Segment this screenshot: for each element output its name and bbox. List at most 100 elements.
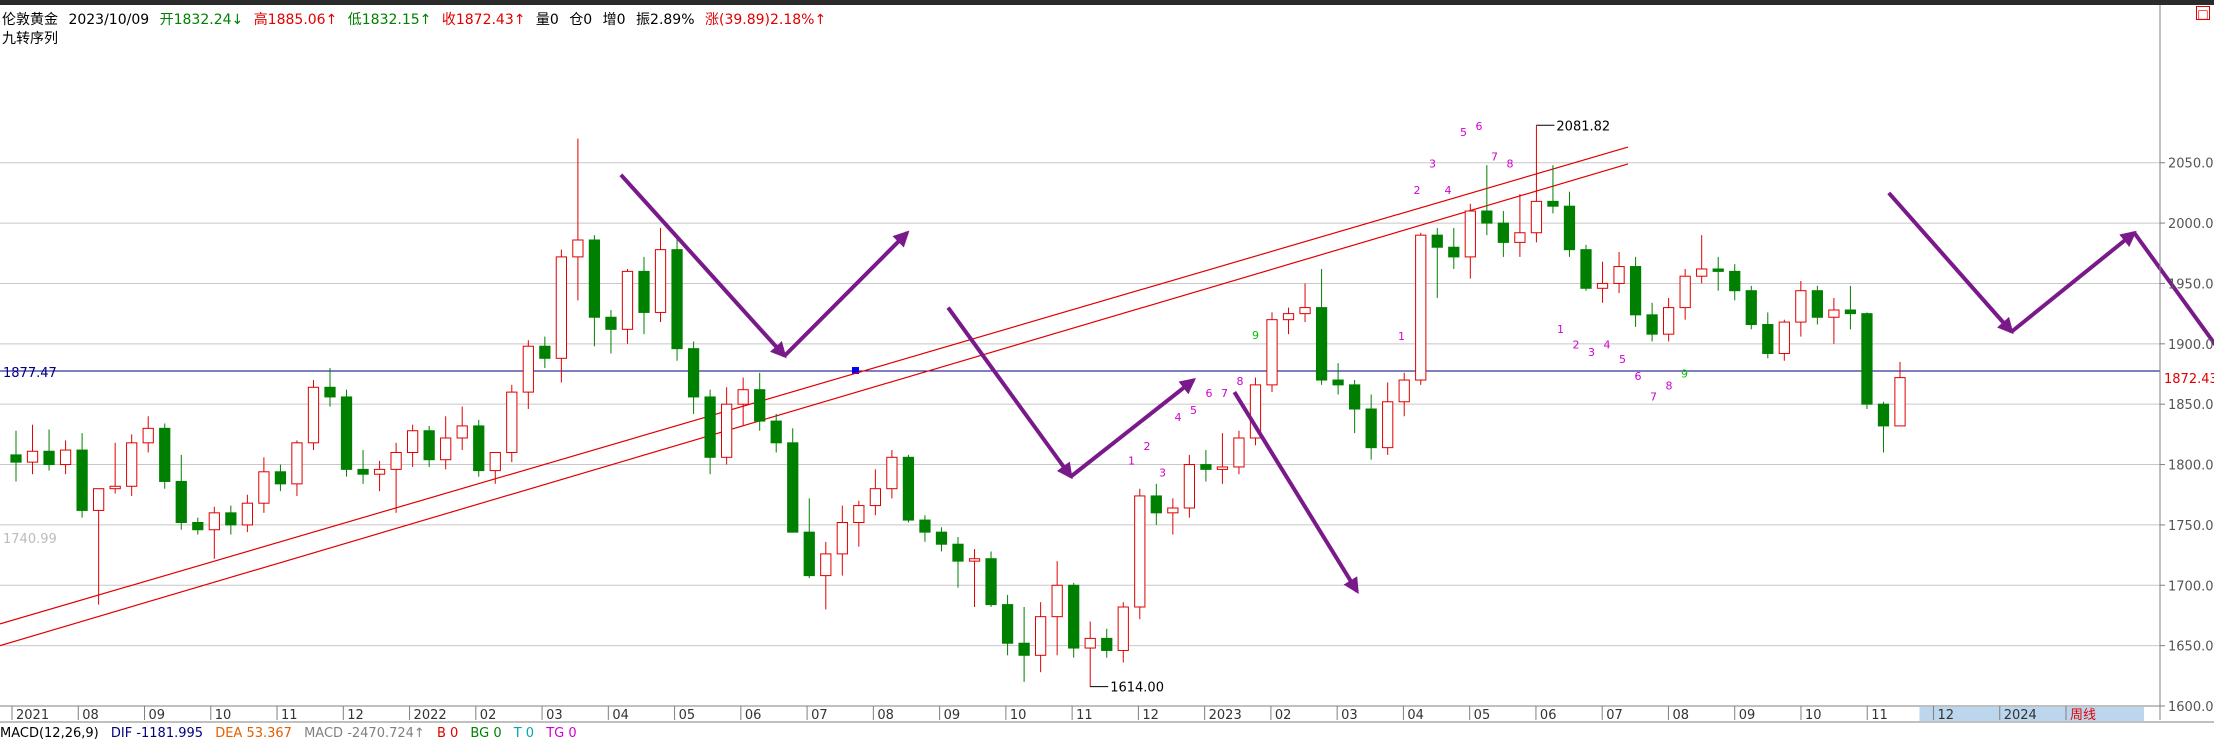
candle-body-down — [1547, 200, 1559, 207]
x-tick-label: 09 — [944, 708, 961, 723]
x-tick-label: 08 — [1672, 708, 1689, 723]
x-tick-label: 02 — [480, 708, 497, 723]
nine-turn-label: 5 — [1190, 404, 1197, 417]
candle-body-up — [721, 403, 733, 458]
x-tick-label: 08 — [82, 708, 99, 723]
candle-body-up — [59, 449, 72, 466]
candle-body-up — [1530, 200, 1543, 234]
candle-body-up — [1134, 495, 1146, 608]
macd-name: MACD(12,26,9) — [0, 726, 99, 741]
wave-arrow — [1232, 391, 1359, 595]
candle-body-up — [572, 239, 584, 258]
candle-body-down — [340, 396, 353, 470]
x-tick-label: 12 — [1937, 708, 1954, 723]
nine-turn-label: 5 — [1460, 126, 1467, 139]
candle-body-up — [456, 425, 468, 439]
candle-body-up — [1051, 584, 1063, 618]
candle-body-up — [621, 270, 634, 330]
candle-body-up — [1795, 290, 1807, 323]
candle-body-down — [605, 316, 617, 330]
grid — [0, 162, 2160, 707]
x-tick-label: 2024 — [2004, 708, 2037, 723]
candle-body-down — [935, 531, 948, 545]
wave-arrow — [619, 173, 787, 359]
candle-body-down — [1001, 604, 1014, 644]
candle-body-up — [1894, 377, 1906, 427]
nine-turn-label: 4 — [1175, 411, 1182, 424]
x-tick-label: 2022 — [414, 708, 447, 723]
candle-body-down — [1762, 324, 1774, 354]
candle-body-down — [274, 471, 287, 485]
candle-body-down — [1431, 234, 1443, 248]
x-tick-label: 12 — [1142, 708, 1159, 723]
candle-body-down — [539, 345, 551, 359]
nine-turn-label: 1 — [1398, 330, 1405, 343]
candle-body-up — [1679, 275, 1691, 309]
macd-value: MACD -2470.724↑ — [304, 726, 425, 741]
candle-body-down — [159, 427, 171, 482]
candle-body-up — [1382, 401, 1394, 449]
y-tick-label: 1850.00 — [2168, 398, 2214, 413]
nine-turn-label: 6 — [1476, 120, 1483, 133]
macd-readout: MACD(12,26,9) DIF -1181.995 DEA 53.367 M… — [0, 726, 585, 741]
x-tick-label: 03 — [546, 708, 563, 723]
x-tick-label: 04 — [612, 708, 629, 723]
candle-body-down — [704, 396, 716, 458]
x-tick-label: 10 — [1010, 708, 1027, 723]
wave-arrow — [2010, 230, 2137, 334]
candle-body-up — [555, 256, 567, 359]
x-tick-label: 11 — [1871, 708, 1888, 723]
candle-body-down — [1745, 290, 1757, 326]
candle-body-down — [671, 249, 683, 350]
macd-dea: DEA 53.367 — [215, 726, 292, 741]
y-tick-label: 1900.00 — [2168, 338, 2214, 353]
x-tick-label: 03 — [1341, 708, 1358, 723]
x-tick-label: 06 — [1540, 708, 1557, 723]
candle-body-down — [787, 442, 799, 533]
candle-body-up — [93, 488, 105, 511]
nine-turn-label: 3 — [1429, 158, 1436, 171]
candle-body-down — [803, 531, 815, 577]
candle-body-down — [1150, 495, 1162, 514]
x-tick-label: 02 — [1275, 708, 1292, 723]
x-tick-label: 07 — [811, 708, 828, 723]
candle-body-up — [886, 456, 898, 490]
x-tick-label: 12 — [347, 708, 364, 723]
nine-turn-label: 6 — [1206, 387, 1213, 400]
candle-body-down — [225, 512, 237, 526]
nine-turn-label: 2 — [1573, 339, 1580, 352]
wave-arrow — [783, 230, 910, 358]
x-tick-label: 2023 — [1209, 708, 1242, 723]
x-tick-label: 09 — [149, 708, 166, 723]
candle-body-up — [1778, 321, 1790, 354]
y-tick-label: 1650.00 — [2168, 640, 2214, 655]
candle-body-down — [952, 543, 964, 562]
nine-turn-label: 7 — [1650, 391, 1657, 404]
candle-body-down — [638, 270, 650, 313]
trough-label: 1614.00 — [1110, 681, 1164, 696]
x-tick-label: 08 — [877, 708, 894, 723]
candle-body-down — [473, 425, 485, 472]
candle-body-down — [985, 558, 997, 606]
x-tick-label: 周线 — [2070, 708, 2096, 723]
x-tick-label: 07 — [1606, 708, 1623, 723]
candle-body-down — [1448, 246, 1460, 258]
candle-body-down — [1811, 290, 1823, 318]
wave-arrow — [946, 306, 1073, 480]
candle-body-up — [291, 442, 303, 485]
candle-body-down — [1861, 313, 1873, 405]
nine-turn-label: 8 — [1237, 375, 1244, 388]
candle-body-down — [687, 348, 700, 398]
candle-body-up — [1663, 307, 1675, 335]
candle-body-down — [1349, 384, 1361, 410]
candle-body-down — [1712, 268, 1724, 272]
y-tick-label: 1600.00 — [2168, 700, 2214, 715]
candle-body-up — [1828, 309, 1840, 318]
candle-body-up — [1464, 210, 1476, 258]
y-tick-label: 2050.00 — [2168, 157, 2214, 172]
candle-body-down — [1481, 210, 1493, 224]
candle-body-up — [241, 502, 253, 526]
candle-body-up — [142, 427, 154, 444]
candle-body-up — [1696, 268, 1708, 277]
candle-body-up — [1282, 313, 1295, 321]
